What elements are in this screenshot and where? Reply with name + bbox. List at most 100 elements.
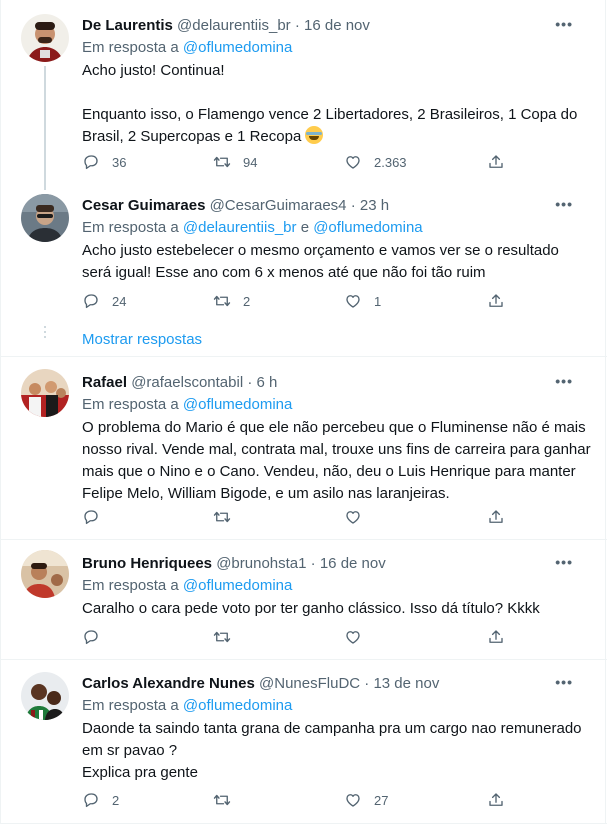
avatar[interactable] xyxy=(21,14,69,62)
reply-icon xyxy=(82,628,100,646)
avatar[interactable] xyxy=(21,550,69,598)
reply-context: Em resposta a @oflumedomina xyxy=(82,395,591,415)
more-options-icon[interactable]: ••• xyxy=(555,373,573,389)
share-icon xyxy=(487,628,505,646)
tweet-3[interactable]: Rafael @rafaelscontabil · 6 h ••• Em res… xyxy=(1,357,607,540)
reply-context: Em resposta a @oflumedomina xyxy=(82,576,591,596)
avatar[interactable] xyxy=(21,672,69,720)
share-button[interactable] xyxy=(487,507,505,527)
timestamp[interactable]: 6 h xyxy=(257,374,278,391)
mention-link[interactable]: @delaurentiis_br xyxy=(183,219,297,236)
more-options-icon[interactable]: ••• xyxy=(555,674,573,690)
tweet-text: Daonde ta saindo tanta grana de campanha… xyxy=(82,720,582,781)
tweet-text: O problema do Mario é que ele não perceb… xyxy=(82,419,595,502)
mention-link[interactable]: @oflumedomina xyxy=(313,219,422,236)
share-icon xyxy=(487,153,505,171)
tweet-text: Acho justo estebelecer o mesmo orçamento… xyxy=(82,242,564,281)
avatar[interactable] xyxy=(21,194,69,242)
display-name[interactable]: De Laurentis xyxy=(82,17,173,34)
mention-link[interactable]: @oflumedomina xyxy=(183,577,292,594)
reply-count: 2 xyxy=(112,792,120,808)
like-button[interactable]: 1 xyxy=(344,291,381,311)
retweet-button[interactable] xyxy=(213,627,231,647)
avatar[interactable] xyxy=(21,369,69,417)
retweet-button[interactable] xyxy=(213,507,231,527)
share-icon xyxy=(487,508,505,526)
timestamp[interactable]: 16 de nov xyxy=(320,555,386,572)
like-button[interactable] xyxy=(344,507,362,527)
like-count: 27 xyxy=(374,792,389,808)
tweet-actions: 36 94 2.363 xyxy=(82,152,512,172)
share-button[interactable] xyxy=(487,152,505,172)
retweet-icon xyxy=(213,628,231,646)
timestamp[interactable]: 16 de nov xyxy=(304,17,370,34)
reply-button[interactable]: 2 xyxy=(82,790,119,810)
heart-icon xyxy=(344,508,362,526)
separator-dot: · xyxy=(247,374,253,391)
display-name[interactable]: Rafael xyxy=(82,374,127,391)
show-replies-link[interactable]: Mostrar respostas xyxy=(82,331,202,348)
user-handle[interactable]: @rafaelscontabil xyxy=(131,374,243,391)
retweet-button[interactable] xyxy=(213,790,231,810)
heart-icon xyxy=(344,153,362,171)
tweet-5[interactable]: Carlos Alexandre Nunes @NunesFluDC · 13 … xyxy=(1,660,607,824)
separator-dot: · xyxy=(294,17,300,34)
mention-link[interactable]: @oflumedomina xyxy=(183,39,292,56)
mention-link[interactable]: @oflumedomina xyxy=(183,697,292,714)
more-options-icon[interactable]: ••• xyxy=(555,16,573,32)
tweet-body: Acho justo! Continua! Enquanto isso, o F… xyxy=(82,62,578,145)
mention-link[interactable]: @oflumedomina xyxy=(183,396,292,413)
separator-dot: · xyxy=(310,555,316,572)
reply-context: Em resposta a @oflumedomina xyxy=(82,696,591,716)
reply-prefix: Em resposta a xyxy=(82,396,179,413)
reply-icon xyxy=(82,153,100,171)
tweet-4[interactable]: Bruno Henriquees @brunohsta1 · 16 de nov… xyxy=(1,540,607,660)
tweet-2[interactable]: Cesar Guimaraes @CesarGuimaraes4 · 23 h … xyxy=(1,190,607,357)
display-name[interactable]: Bruno Henriquees xyxy=(82,555,212,572)
replies-timeline: De Laurentis @delaurentiis_br · 16 de no… xyxy=(0,0,607,824)
reply-prefix: Em resposta a xyxy=(82,577,179,594)
reply-button[interactable]: 24 xyxy=(82,291,126,311)
tweet-actions xyxy=(82,507,512,527)
like-button[interactable] xyxy=(344,627,362,647)
more-options-icon[interactable]: ••• xyxy=(555,554,573,570)
retweet-icon xyxy=(213,791,231,809)
reply-count: 36 xyxy=(112,154,127,170)
separator-dot: · xyxy=(350,197,356,214)
timestamp[interactable]: 13 de nov xyxy=(373,675,439,692)
share-button[interactable] xyxy=(487,291,505,311)
reply-context: Em resposta a @delaurentiis_br e @oflume… xyxy=(82,218,591,238)
share-button[interactable] xyxy=(487,627,505,647)
retweet-icon xyxy=(213,292,231,310)
display-name[interactable]: Carlos Alexandre Nunes xyxy=(82,675,255,692)
retweet-count: 2 xyxy=(243,293,251,309)
display-name[interactable]: Cesar Guimaraes xyxy=(82,197,205,214)
reply-context: Em resposta a @oflumedomina xyxy=(82,38,591,58)
retweet-button[interactable]: 94 xyxy=(213,152,257,172)
reply-button[interactable] xyxy=(82,627,100,647)
reply-button[interactable] xyxy=(82,507,100,527)
more-options-icon[interactable]: ••• xyxy=(555,196,573,212)
tweet-1[interactable]: De Laurentis @delaurentiis_br · 16 de no… xyxy=(1,0,607,190)
reply-button[interactable]: 36 xyxy=(82,152,126,172)
reply-icon xyxy=(82,791,100,809)
heart-icon xyxy=(344,628,362,646)
reply-icon xyxy=(82,292,100,310)
share-icon xyxy=(487,791,505,809)
retweet-button[interactable]: 2 xyxy=(213,291,250,311)
share-icon xyxy=(487,292,505,310)
like-button[interactable]: 2.363 xyxy=(344,152,407,172)
reply-icon xyxy=(82,508,100,526)
user-handle[interactable]: @delaurentiis_br xyxy=(177,17,291,34)
heart-icon xyxy=(344,791,362,809)
user-handle[interactable]: @brunohsta1 xyxy=(216,555,306,572)
timestamp[interactable]: 23 h xyxy=(360,197,389,214)
like-button[interactable]: 27 xyxy=(344,790,388,810)
thread-line xyxy=(44,66,46,190)
reply-join: e xyxy=(300,219,310,236)
user-handle[interactable]: @NunesFluDC xyxy=(259,675,360,692)
tweet-text: Caralho o cara pede voto por ter ganho c… xyxy=(82,600,540,617)
share-button[interactable] xyxy=(487,790,505,810)
retweet-icon xyxy=(213,508,231,526)
user-handle[interactable]: @CesarGuimaraes4 xyxy=(210,197,347,214)
